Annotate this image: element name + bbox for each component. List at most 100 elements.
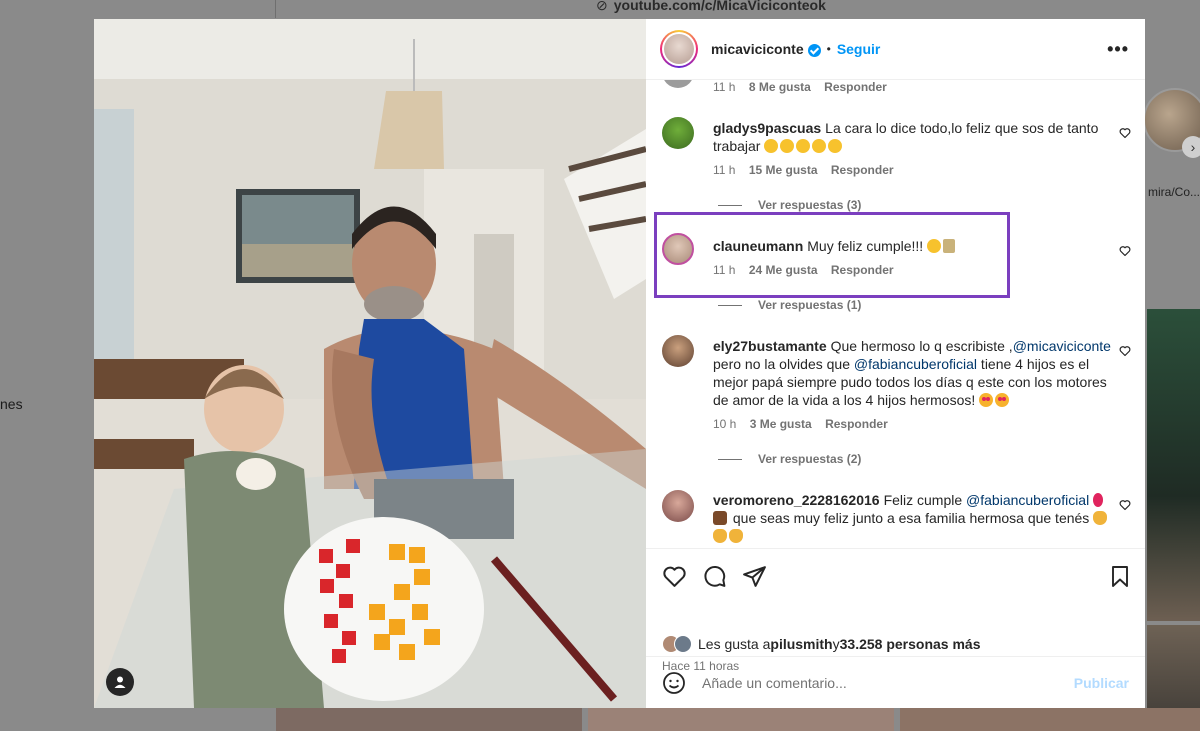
clapping-hands-emoji-icon [729,529,743,543]
comment-body: que seas muy feliz junto a esa familia h… [729,510,1090,526]
heart-icon[interactable] [662,564,687,589]
heart-eyes-emoji-icon [995,393,1010,407]
background-url-text: youtube.com/c/MicaViciconteok [613,0,826,13]
comment-text: gladys9pascuas La cara lo dice todo,lo fe… [713,119,1113,155]
reply-button[interactable]: Responder [831,163,894,177]
reply-button[interactable]: Responder [825,417,888,431]
clapping-hands-emoji-icon [1093,511,1108,525]
heart-eyes-emoji-icon [979,393,994,407]
comment-mention[interactable]: @fabiancuberoficial [966,492,1089,508]
comment-username[interactable]: veromoreno_2228162016 [713,492,880,508]
background-thumbnail[interactable] [900,708,1200,731]
comment-meta: 10 h 3 Me gusta Responder [713,417,888,431]
balloon-emoji-icon [1093,493,1104,507]
background-thumbnail[interactable] [276,708,582,731]
background-nav-text: nes [0,396,23,412]
comment-avatar[interactable] [662,335,694,367]
likes-count[interactable]: 33.258 personas más [840,636,981,652]
comment-time: 11 h [713,80,736,94]
publish-button[interactable]: Publicar [1074,675,1129,691]
view-replies-button[interactable]: Ver respuestas (2) [718,452,861,466]
highlighted-comment-box [654,212,1010,298]
comment-likes[interactable]: 24 Me gusta [749,263,818,277]
bookmark-icon[interactable] [1108,564,1132,589]
comment-avatar[interactable] [662,490,694,522]
comment-time: 11 h [713,263,736,277]
comment-avatar[interactable] [662,117,694,149]
likes-summary: Les gusta a pilusmith y 33.258 personas … [662,635,981,653]
author-username[interactable]: micaviciconte [711,41,804,57]
like-comment-heart-icon[interactable] [1119,345,1131,357]
user-tag-button[interactable] [106,668,134,696]
view-replies-label: Ver respuestas (2) [758,452,862,466]
view-replies-label: Ver respuestas (3) [758,198,862,212]
comment-likes[interactable]: 8 Me gusta [749,80,811,94]
link-icon: ⊘ [596,0,608,13]
clinking-glasses-emoji-icon [943,239,956,253]
comment-avatar[interactable] [662,233,694,265]
background-thumbnail[interactable] [588,708,894,731]
comment-text: clauneumann Muy feliz cumple!!! [713,237,1113,255]
comment-likes[interactable]: 15 Me gusta [749,163,818,177]
likes-mid: y [832,636,840,652]
comment-mention[interactable]: @micaviciconte [1013,338,1111,354]
grinning-emoji-icon [812,139,827,153]
comment-username[interactable]: gladys9pascuas [713,120,821,136]
more-options-icon[interactable]: ••• [1107,39,1129,60]
comment-icon[interactable] [702,564,727,589]
post-actions: Les gusta a pilusmith y 33.258 personas … [646,548,1145,673]
chevron-right-icon[interactable]: › [1182,136,1200,158]
background-divider [275,0,276,18]
view-replies-label: Ver respuestas (1) [758,298,862,312]
post-detail-panel: micaviciconte • Seguir ••• 11 h 8 Me gus… [646,19,1145,708]
view-replies-button[interactable]: Ver respuestas (1) [718,298,861,312]
comment-likes[interactable]: 3 Me gusta [750,417,812,431]
author-avatar[interactable] [660,30,698,68]
comment-meta: 11 h 15 Me gusta Responder [713,163,894,177]
follow-button[interactable]: Seguir [837,41,881,57]
background-highlight-label: mira/Co... [1148,185,1200,199]
like-comment-heart-icon[interactable] [1119,245,1131,257]
grinning-emoji-icon [764,139,779,153]
like-comment-heart-icon[interactable] [1119,499,1131,511]
comment-time: 10 h [713,417,737,431]
grinning-emoji-icon [780,139,795,153]
liker-avatar [674,635,692,653]
user-icon [114,676,126,688]
comment-composer: Publicar [646,656,1145,708]
comment-mention[interactable]: @fabiancuberoficial [854,356,977,372]
like-comment-heart-icon[interactable] [1119,127,1131,139]
header-separator: • [826,42,831,56]
share-icon[interactable] [742,564,767,589]
background-url-link[interactable]: ⊘ youtube.com/c/MicaViciconteok [596,0,826,14]
comment-body: Que hermoso lo q escribiste , [830,338,1013,354]
reply-button[interactable]: Responder [824,80,887,94]
grinning-emoji-icon [828,139,843,153]
comment-username[interactable]: clauneumann [713,238,803,254]
view-replies-button[interactable]: Ver respuestas (3) [718,198,861,212]
comment-username[interactable]: ely27bustamante [713,338,827,354]
liker-username[interactable]: pilusmith [770,636,832,652]
post-header: micaviciconte • Seguir ••• [646,19,1145,80]
clapping-hands-emoji-icon [713,529,727,543]
grinning-emoji-icon [796,139,811,153]
background-thumbnail[interactable] [1147,309,1200,621]
comment-time: 11 h [713,163,736,177]
verified-badge-icon [807,43,821,57]
comment-meta: 11 h 8 Me gusta Responder [713,80,887,94]
comments-list[interactable]: 11 h 8 Me gusta Responder gladys9pascuas… [646,80,1145,548]
comment-text: ely27bustamante Que hermoso lo q escribis… [713,337,1113,409]
cake-emoji-icon [713,511,727,525]
emoji-picker-icon[interactable] [662,671,686,695]
comment-body: Feliz cumple [883,492,967,508]
smiling-emoji-icon [927,239,942,253]
comment-meta: 11 h 24 Me gusta Responder [713,263,894,277]
comment-input[interactable] [702,674,1074,691]
post-photo-illustration [94,19,646,708]
comment-text: veromoreno_2228162016 Feliz cumple @fabia… [713,491,1113,545]
comment-avatar[interactable] [662,80,694,88]
post-photo[interactable] [94,19,646,708]
reply-button[interactable]: Responder [831,263,894,277]
likes-prefix: Les gusta a [698,636,771,652]
comment-body: pero no la olvides que [713,356,854,372]
